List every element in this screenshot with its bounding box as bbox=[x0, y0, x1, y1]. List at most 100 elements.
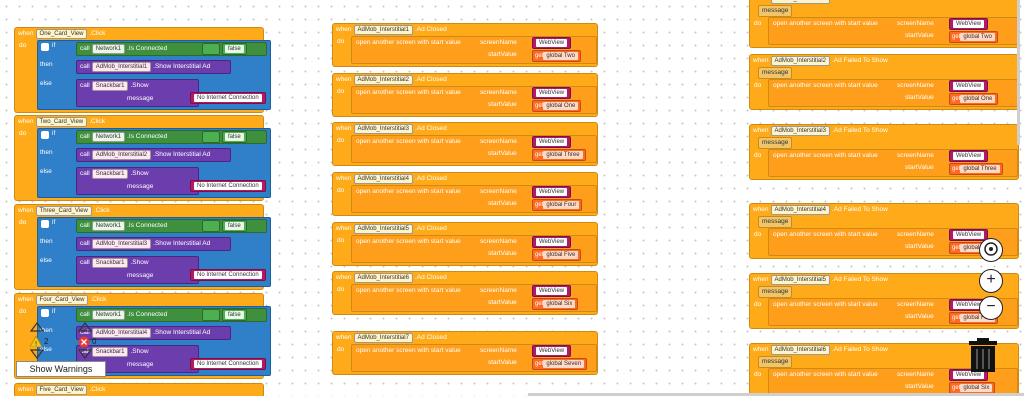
false-dropdown[interactable]: false bbox=[225, 311, 244, 319]
compare-operator[interactable] bbox=[202, 220, 220, 232]
ad-closed-event-block[interactable]: when AdMob_Interstitial3 .Ad Closed do open … bbox=[332, 122, 598, 166]
webview-text[interactable]: WebView bbox=[536, 39, 568, 47]
global-dropdown[interactable]: global Six bbox=[960, 384, 993, 392]
snackbar-show-call[interactable]: call Snackbar1 .Show message bbox=[76, 256, 199, 284]
global-dropdown[interactable]: global Two bbox=[543, 52, 578, 60]
webview-text[interactable]: WebView bbox=[953, 20, 985, 28]
webview-text-block[interactable]: WebView bbox=[532, 87, 572, 99]
component-dropdown[interactable]: AdMob_Interstitial2 bbox=[770, 56, 830, 66]
show-warnings-button[interactable]: Show Warnings bbox=[16, 361, 106, 377]
message-parameter[interactable]: message bbox=[758, 216, 793, 228]
open-screen-call[interactable]: open another screen with start value scre… bbox=[351, 284, 597, 312]
open-screen-call[interactable]: open another screen with start value scre… bbox=[768, 368, 1018, 396]
no-internet-text[interactable]: No Internet Connection bbox=[194, 360, 262, 368]
snackbar-dropdown[interactable]: Snackbar1 bbox=[91, 169, 129, 179]
if-then-else-block[interactable]: if then else call Network1 .Is Connected false… bbox=[37, 217, 271, 287]
open-screen-call[interactable]: open another screen with start value scre… bbox=[768, 79, 1018, 107]
snackbar-show-call[interactable]: call Snackbar1 .Show message bbox=[76, 167, 199, 195]
webview-text[interactable]: WebView bbox=[953, 82, 985, 90]
no-internet-text[interactable]: No Internet Connection bbox=[194, 182, 262, 190]
webview-text-block[interactable]: WebView bbox=[532, 186, 572, 198]
network-dropdown[interactable]: Network1 bbox=[91, 44, 126, 54]
component-dropdown[interactable]: AdMob_Interstitial7 bbox=[353, 333, 413, 343]
show-interstitial-call[interactable]: call AdMob_Interstitial3 .Show Interstitia… bbox=[76, 237, 231, 251]
open-screen-call[interactable]: open another screen with start value scre… bbox=[351, 185, 597, 213]
webview-text[interactable]: WebView bbox=[953, 231, 985, 239]
ad-failed-event-block[interactable]: when AdMob_Interstitial2 .Ad Failed To Sho… bbox=[749, 54, 1019, 110]
ad-closed-event-block[interactable]: when AdMob_Interstitial2 .Ad Closed do open … bbox=[332, 73, 598, 117]
message-text-block[interactable]: No Internet Connection bbox=[190, 180, 266, 192]
webview-text-block[interactable]: WebView bbox=[532, 136, 572, 148]
message-parameter[interactable]: message bbox=[758, 137, 793, 149]
message-parameter[interactable]: message bbox=[758, 5, 793, 17]
false-dropdown[interactable]: false bbox=[225, 45, 244, 53]
no-internet-text[interactable]: No Internet Connection bbox=[194, 94, 262, 102]
webview-text[interactable]: WebView bbox=[953, 152, 985, 160]
false-block[interactable]: false bbox=[222, 220, 247, 232]
webview-text[interactable]: WebView bbox=[536, 347, 568, 355]
global-dropdown[interactable]: global Six bbox=[543, 300, 576, 308]
open-screen-call[interactable]: open another screen with start value scre… bbox=[351, 86, 597, 114]
show-interstitial-call[interactable]: call AdMob_Interstitial1 .Show Interstitia… bbox=[76, 60, 231, 74]
ad-failed-event-block[interactable]: when AdMob_Interstitial3 .Ad Failed To Sho… bbox=[749, 124, 1019, 180]
webview-text[interactable]: WebView bbox=[953, 371, 985, 379]
blocks-workspace[interactable]: when One_Card_View .Click do if then else call N… bbox=[0, 0, 1024, 396]
component-dropdown[interactable]: Five_Card_View bbox=[35, 385, 88, 395]
show-interstitial-call[interactable]: call AdMob_Interstitial2 .Show Interstitia… bbox=[76, 148, 231, 162]
get-global-block[interactable]: getglobal Four bbox=[532, 199, 583, 211]
component-dropdown[interactable]: AdMob_Interstitial1 bbox=[353, 25, 413, 35]
zoom-out-button[interactable]: − bbox=[979, 296, 1003, 320]
get-global-block[interactable]: get global One bbox=[532, 100, 582, 112]
if-then-else-block[interactable]: if then else call Network1 .Is Connected false… bbox=[37, 128, 271, 198]
open-screen-call[interactable]: open another screen with start value scre… bbox=[351, 344, 597, 372]
global-dropdown[interactable]: global Five bbox=[543, 251, 579, 259]
get-global-block[interactable]: get global Seven bbox=[532, 358, 588, 370]
no-internet-text[interactable]: No Internet Connection bbox=[194, 271, 262, 279]
open-screen-call[interactable]: open another screen with start value scre… bbox=[351, 235, 597, 263]
global-dropdown[interactable]: global Seven bbox=[543, 360, 585, 368]
component-dropdown[interactable]: Two_Card_View bbox=[35, 117, 88, 127]
card-click-event-block[interactable]: when Five_Card_View .Click bbox=[14, 383, 264, 396]
webview-text-block[interactable]: WebView bbox=[949, 18, 989, 30]
card-click-event-block[interactable]: when One_Card_View .Click do if then else call N… bbox=[14, 27, 271, 113]
component-dropdown[interactable]: Three_Card_View bbox=[35, 206, 92, 216]
card-click-event-block[interactable]: when Three_Card_View .Click do if then else cal… bbox=[14, 204, 271, 290]
snackbar-dropdown[interactable]: Snackbar1 bbox=[91, 81, 129, 91]
get-global-block[interactable]: get global Five bbox=[532, 249, 582, 261]
network-dropdown[interactable]: Network1 bbox=[91, 132, 126, 142]
get-global-block[interactable]: get global Two bbox=[949, 31, 998, 43]
component-dropdown[interactable]: AdMob_Interstitial1 bbox=[770, 0, 830, 4]
component-dropdown[interactable]: AdMob_Interstitial2 bbox=[353, 75, 413, 85]
card-click-event-block[interactable]: when Two_Card_View .Click do if then else call N… bbox=[14, 115, 271, 201]
compare-operator[interactable] bbox=[202, 43, 220, 55]
component-dropdown[interactable]: AdMob_Interstitial4 bbox=[770, 205, 830, 215]
message-text-block[interactable]: No Internet Connection bbox=[190, 358, 266, 370]
false-block[interactable]: false bbox=[222, 309, 247, 321]
network-dropdown[interactable]: Network1 bbox=[91, 221, 126, 231]
get-global-block[interactable]: get global Six bbox=[532, 298, 579, 310]
message-text-block[interactable]: No Internet Connection bbox=[190, 92, 266, 104]
admob-dropdown[interactable]: AdMob_Interstitial2 bbox=[91, 150, 152, 160]
false-dropdown[interactable]: false bbox=[225, 133, 244, 141]
ad-closed-event-block[interactable]: when AdMob_Interstitial1 .Ad Closed do open … bbox=[332, 23, 598, 67]
webview-text-block[interactable]: WebView bbox=[532, 285, 572, 297]
webview-text-block[interactable]: WebView bbox=[532, 345, 572, 357]
global-dropdown[interactable]: global Three bbox=[960, 165, 1000, 173]
component-dropdown[interactable]: AdMob_Interstitial4 bbox=[353, 174, 413, 184]
ad-closed-event-block[interactable]: when AdMob_Interstitial4 .Ad Closed do open … bbox=[332, 172, 598, 216]
global-dropdown[interactable]: global One bbox=[960, 95, 996, 103]
open-screen-call[interactable]: open another screen with start value scre… bbox=[768, 149, 1018, 177]
vertical-scrollbar[interactable] bbox=[1017, 0, 1020, 145]
webview-text-block[interactable]: WebView bbox=[532, 236, 572, 248]
compare-operator[interactable] bbox=[202, 131, 220, 143]
global-dropdown[interactable]: global Two bbox=[960, 33, 995, 41]
admob-dropdown[interactable]: AdMob_Interstitial3 bbox=[91, 239, 152, 249]
ad-failed-event-block[interactable]: whenAdMob_Interstitial1.Ad Failed To Sho… bbox=[749, 0, 1019, 48]
false-block[interactable]: false bbox=[222, 43, 247, 55]
component-dropdown[interactable]: AdMob_Interstitial5 bbox=[770, 275, 830, 285]
webview-text[interactable]: WebView bbox=[536, 188, 568, 196]
message-parameter[interactable]: message bbox=[758, 286, 793, 298]
snackbar-dropdown[interactable]: Snackbar1 bbox=[91, 258, 129, 268]
webview-text-block[interactable]: WebView bbox=[949, 80, 989, 92]
message-text-block[interactable]: No Internet Connection bbox=[190, 269, 266, 281]
